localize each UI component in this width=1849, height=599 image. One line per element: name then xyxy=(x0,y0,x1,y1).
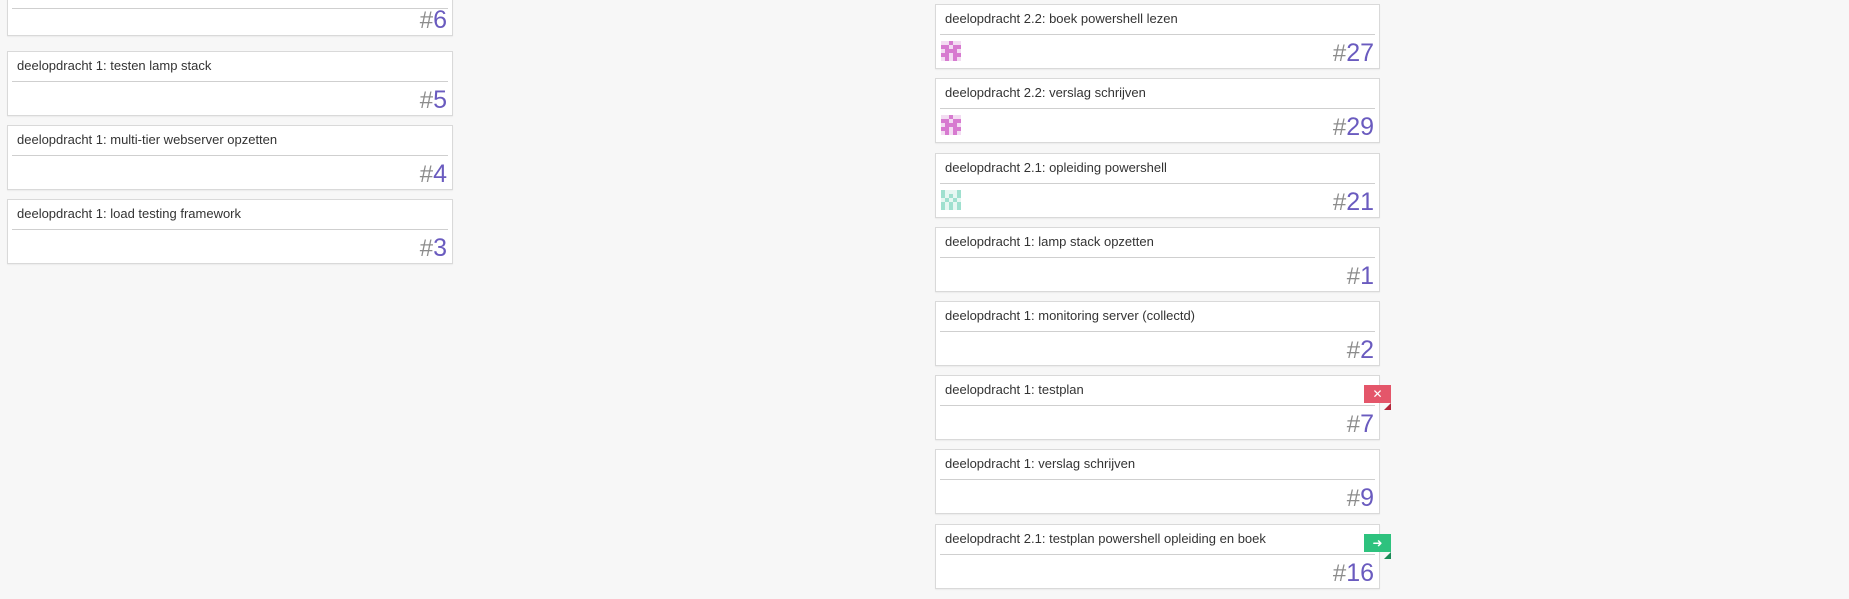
issue-card-title: deelopdracht 1: load testing framework xyxy=(12,200,448,230)
issue-card[interactable]: deelopdracht 1: monitoring server (colle… xyxy=(935,301,1380,366)
issue-card-footer: #2 xyxy=(940,332,1375,365)
issue-card-title: deelopdracht 2.2: boek powershell lezen xyxy=(940,5,1375,35)
issue-card-footer: #9 xyxy=(940,480,1375,513)
issue-card-title: deelopdracht 1: monitoring server (colle… xyxy=(940,302,1375,332)
issue-card-title: deelopdracht 2.2: verslag schrijven xyxy=(940,79,1375,109)
issue-card-title: deelopdracht 2.1: testplan powershell op… xyxy=(940,525,1375,555)
assignee-avatar-icon[interactable] xyxy=(941,115,961,135)
issue-card[interactable]: deelopdracht 1: multi-tier webserver opz… xyxy=(7,125,453,190)
issue-number[interactable]: #6 xyxy=(420,6,447,35)
move-badge-button[interactable]: ➜ xyxy=(1364,534,1391,552)
issue-card-title xyxy=(12,0,448,9)
issue-card-title: deelopdracht 1: multi-tier webserver opz… xyxy=(12,126,448,156)
issue-number[interactable]: #1 xyxy=(1347,262,1374,291)
issue-card[interactable]: deelopdracht 1: testplan ✕ #7 xyxy=(935,375,1391,440)
issue-card-footer: #6 xyxy=(12,6,448,35)
issue-number[interactable]: #27 xyxy=(1333,39,1374,68)
issue-card-footer: #16 xyxy=(940,555,1375,588)
close-badge-button[interactable]: ✕ xyxy=(1364,385,1391,403)
issue-number[interactable]: #9 xyxy=(1347,484,1374,513)
issue-card[interactable]: deelopdracht 2.2: boek powershell lezen … xyxy=(935,4,1380,69)
issue-card-footer: #29 xyxy=(940,109,1375,142)
issue-card[interactable]: deelopdracht 2.2: verslag schrijven #29 xyxy=(935,78,1380,143)
close-icon: ✕ xyxy=(1372,387,1383,401)
issue-card-title: deelopdracht 1: testen lamp stack xyxy=(12,52,448,82)
issue-number[interactable]: #3 xyxy=(420,234,447,263)
badge-fold xyxy=(1384,403,1391,410)
issue-card[interactable]: deelopdracht 1: testen lamp stack #5 xyxy=(7,51,453,116)
issue-card-footer: #3 xyxy=(12,230,448,263)
issue-card[interactable]: deelopdracht 1: verslag schrijven #9 xyxy=(935,449,1380,514)
issue-card-title: deelopdracht 1: verslag schrijven xyxy=(940,450,1375,480)
issue-card-title: deelopdracht 1: testplan xyxy=(940,376,1375,406)
issue-card[interactable]: deelopdracht 2.1: opleiding powershell #… xyxy=(935,153,1380,218)
issue-number[interactable]: #16 xyxy=(1333,559,1374,588)
issue-card-footer: #4 xyxy=(12,156,448,189)
issue-card-footer: #1 xyxy=(940,258,1375,291)
assignee-avatar-icon[interactable] xyxy=(941,41,961,61)
issue-card[interactable]: deelopdracht 1: lamp stack opzetten #1 xyxy=(935,227,1380,292)
arrow-right-icon: ➜ xyxy=(1372,536,1383,550)
issue-card-title: deelopdracht 2.1: opleiding powershell xyxy=(940,154,1375,184)
issue-card-title: deelopdracht 1: lamp stack opzetten xyxy=(940,228,1375,258)
issue-number[interactable]: #2 xyxy=(1347,336,1374,365)
issue-card[interactable]: deelopdracht 2.1: testplan powershell op… xyxy=(935,524,1391,589)
issue-number[interactable]: #21 xyxy=(1333,188,1374,217)
issue-number[interactable]: #7 xyxy=(1347,410,1374,439)
issue-number[interactable]: #5 xyxy=(420,86,447,115)
issue-number[interactable]: #29 xyxy=(1333,113,1374,142)
assignee-avatar-icon[interactable] xyxy=(941,190,961,210)
issue-card[interactable]: deelopdracht 1: load testing framework #… xyxy=(7,199,453,264)
issue-card-footer: #21 xyxy=(940,184,1375,217)
issue-card-footer: #7 xyxy=(940,406,1375,439)
issue-number[interactable]: #4 xyxy=(420,160,447,189)
issue-card[interactable]: #6 xyxy=(7,0,453,36)
issue-card-footer: #5 xyxy=(12,82,448,115)
issue-card-footer: #27 xyxy=(940,35,1375,68)
badge-fold xyxy=(1384,552,1391,559)
